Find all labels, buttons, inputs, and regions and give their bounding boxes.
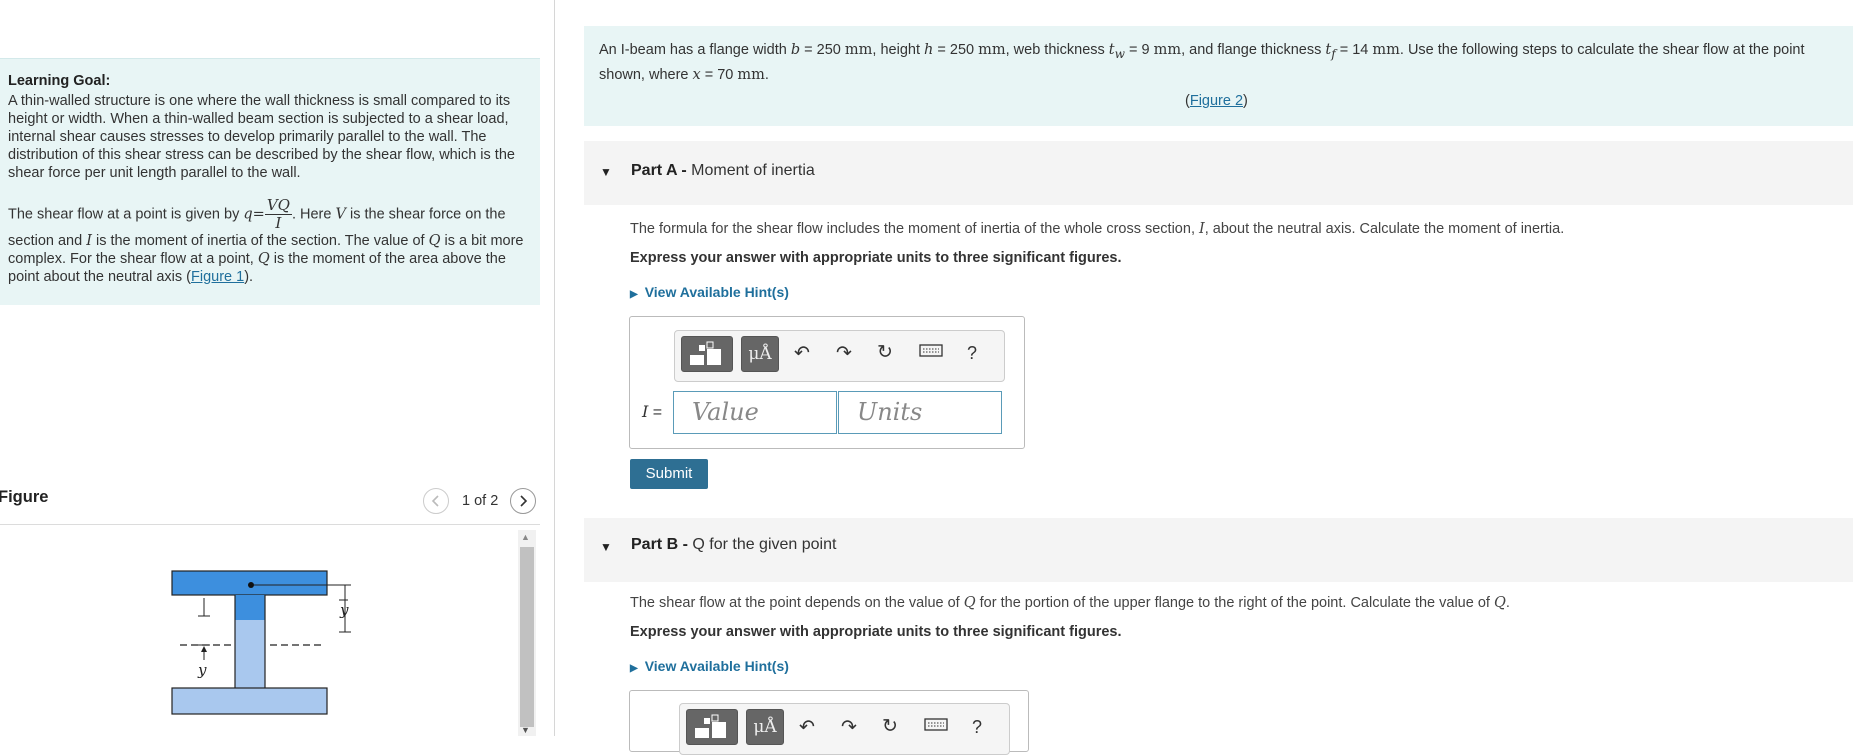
scroll-down-arrow-icon[interactable]: ▼ [521, 725, 530, 735]
figure-divider [0, 524, 540, 525]
bottom-flange [171, 687, 328, 715]
figure-2-link[interactable]: Figure 2 [1190, 93, 1243, 109]
point-marker [248, 582, 254, 588]
part-b-hint-link[interactable]: ▶ View Available Hint(s) [630, 658, 789, 674]
part-b-question: The shear flow at the point depends on t… [630, 595, 1510, 611]
templates-button[interactable] [686, 709, 738, 745]
templates-icon [690, 341, 721, 365]
shear-flow-paragraph: The shear flow at a point is given by q=… [8, 196, 524, 286]
templates-icon [695, 714, 726, 738]
figure-next-button[interactable] [510, 488, 536, 514]
scroll-up-arrow-icon[interactable]: ▲ [521, 532, 530, 542]
part-a-question: The formula for the shear flow includes … [630, 221, 1565, 237]
submit-button[interactable]: Submit [630, 459, 708, 489]
web-lower [235, 620, 265, 688]
figure-2-reference: (Figure 2) [1185, 93, 1248, 109]
part-a-instruction: Express your answer with appropriate uni… [630, 250, 1122, 266]
figure-panel-title: Figure [0, 488, 49, 506]
caret-right-icon: ▶ [630, 663, 638, 674]
y-bar-label-left: y [197, 661, 207, 679]
caret-right-icon: ▶ [630, 289, 638, 300]
figure-prev-button[interactable] [423, 488, 449, 514]
collapse-caret-icon[interactable]: ▼ [600, 165, 612, 179]
chevron-right-icon [520, 495, 528, 507]
keyboard-icon[interactable] [924, 716, 948, 738]
templates-button[interactable] [681, 336, 733, 372]
variable-label: I = [642, 402, 663, 421]
learning-goal-text: A thin-walled structure is one where the… [8, 93, 515, 181]
part-a-hint-link[interactable]: ▶ View Available Hint(s) [630, 284, 789, 300]
shear-flow-fraction: VQ I [264, 196, 292, 232]
left-column: Learning Goal: A thin-walled structure i… [0, 0, 555, 736]
figure-pager: 1 of 2 [462, 493, 499, 509]
collapse-caret-icon[interactable]: ▼ [600, 540, 612, 554]
part-b-instruction: Express your answer with appropriate uni… [630, 624, 1122, 640]
undo-icon[interactable]: ↶ [794, 342, 810, 365]
part-b-title[interactable]: Part B - Q for the given point [631, 536, 836, 554]
learning-goal-title: Learning Goal: [8, 73, 111, 89]
web-upper [235, 595, 265, 620]
units-symbol-button[interactable]: μÅ [741, 336, 779, 372]
reset-icon[interactable]: ↻ [877, 341, 893, 364]
redo-icon[interactable]: ↷ [836, 342, 852, 365]
column-divider [554, 0, 555, 736]
problem-statement: An I-beam has a flange width b = 250 mm,… [599, 42, 1805, 83]
reset-icon[interactable]: ↻ [882, 715, 898, 738]
value-input[interactable]: Value [673, 391, 837, 434]
figure-1-link[interactable]: Figure 1 [191, 269, 244, 285]
y-bar-label-right: y [339, 601, 349, 619]
help-button[interactable]: ? [967, 343, 977, 364]
part-a-title[interactable]: Part A - Moment of inertia [631, 162, 815, 180]
chevron-left-icon [431, 495, 439, 507]
units-symbol-button[interactable]: μÅ [746, 709, 784, 745]
keyboard-icon[interactable] [919, 342, 943, 364]
units-input[interactable]: Units [838, 391, 1002, 434]
i-beam-figure: y y [171, 570, 351, 715]
help-button[interactable]: ? [972, 717, 982, 738]
figure-scrollbar-thumb[interactable] [520, 547, 534, 727]
